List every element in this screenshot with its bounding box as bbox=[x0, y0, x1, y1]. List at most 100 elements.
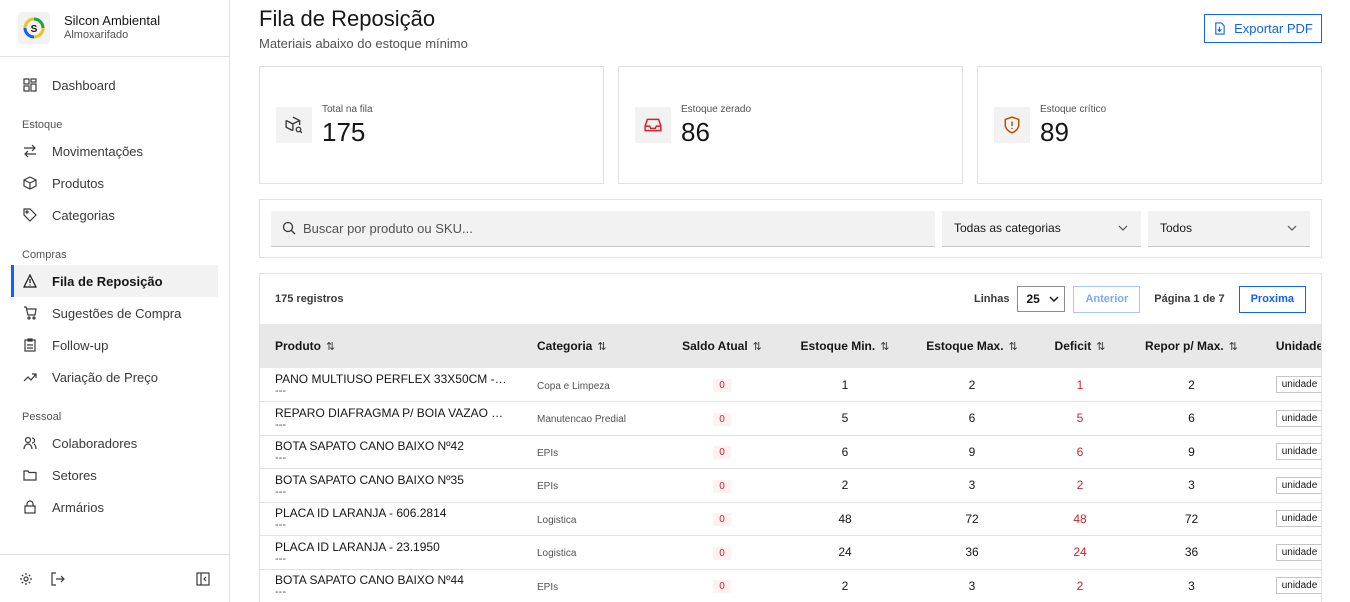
settings-icon[interactable] bbox=[18, 571, 34, 587]
brand[interactable]: S Silcon Ambiental Almoxarifado bbox=[0, 0, 229, 57]
product-sku: --- bbox=[275, 552, 286, 565]
kpi-value: 86 bbox=[681, 116, 710, 147]
column-header-saldo[interactable]: Saldo Atual ⇅ bbox=[662, 324, 782, 368]
sidebar-item-label: Fila de Reposição bbox=[52, 273, 163, 289]
column-header-estoque-min[interactable]: Estoque Min. ⇅ bbox=[782, 324, 908, 368]
rows-per-page-select[interactable]: 25 bbox=[1017, 286, 1066, 312]
table-row[interactable]: BOTA SAPATO CANO BAIXO Nº44 --- EPIs 0 2 … bbox=[260, 569, 1321, 602]
next-page-button[interactable]: Proxima bbox=[1238, 285, 1306, 313]
sidebar-item-movimentacoes[interactable]: Movimentações bbox=[11, 135, 218, 167]
sidebar-item-colaboradores[interactable]: Colaboradores bbox=[11, 427, 218, 459]
product-name: PLACA ID LARANJA - 606.2814 bbox=[275, 506, 447, 521]
table-toolbar: 175 registros Linhas 25 Anterior Página … bbox=[260, 274, 1321, 324]
lock-icon bbox=[22, 499, 38, 515]
sidebar-item-label: Sugestões de Compra bbox=[52, 305, 182, 321]
min-cell: 6 bbox=[841, 444, 849, 459]
kpi-estoque-zerado: Estoque zerado 86 bbox=[618, 66, 963, 184]
sort-icon: ⇅ bbox=[1096, 341, 1106, 353]
sidebar: S Silcon Ambiental Almoxarifado Dashboar… bbox=[0, 0, 230, 602]
column-header-deficit[interactable]: Deficit ⇅ bbox=[1036, 324, 1124, 368]
filter-bar: Todas as categorias Todos bbox=[259, 199, 1322, 258]
table-card: 175 registros Linhas 25 Anterior Página … bbox=[259, 273, 1322, 602]
package-icon bbox=[22, 175, 38, 191]
folder-icon bbox=[22, 467, 38, 483]
max-cell: 3 bbox=[968, 478, 976, 493]
export-pdf-button[interactable]: Exportar PDF bbox=[1204, 14, 1322, 43]
brand-name: Silcon Ambiental bbox=[64, 13, 161, 28]
product-name: BOTA SAPATO CANO BAIXO Nº44 bbox=[275, 573, 464, 588]
chevron-down-icon bbox=[1048, 293, 1060, 305]
saldo-badge: 0 bbox=[713, 546, 731, 560]
unit-tag: unidade bbox=[1275, 376, 1321, 393]
saldo-badge: 0 bbox=[713, 513, 731, 527]
sort-icon: ⇅ bbox=[752, 341, 762, 353]
previous-page-button[interactable]: Anterior bbox=[1073, 285, 1141, 313]
shield-alert-icon bbox=[994, 107, 1030, 143]
sidebar-item-label: Movimentações bbox=[52, 143, 144, 159]
repor-cell: 2 bbox=[1188, 377, 1195, 392]
table-row[interactable]: PANO MULTIUSO PERFLEX 33X50CM - PACOTE--… bbox=[260, 368, 1321, 402]
deficit-cell: 2 bbox=[1076, 478, 1084, 493]
min-cell: 24 bbox=[838, 545, 852, 560]
max-cell: 9 bbox=[968, 444, 976, 459]
sidebar-item-categorias[interactable]: Categorias bbox=[11, 199, 218, 231]
deficit-cell: 5 bbox=[1076, 411, 1084, 426]
tag-icon bbox=[22, 207, 38, 223]
search-box[interactable] bbox=[271, 210, 935, 247]
nav-section-pessoal: Pessoal bbox=[22, 411, 62, 423]
table-row[interactable]: BOTA SAPATO CANO BAIXO Nº35 --- EPIs 0 2 … bbox=[260, 469, 1321, 502]
kpi-label: Estoque zerado bbox=[681, 103, 752, 115]
sidebar-item-label: Follow-up bbox=[52, 337, 109, 353]
nav-section-estoque: Estoque bbox=[22, 119, 63, 131]
column-header-unidade[interactable]: Unidade bbox=[1259, 324, 1321, 368]
sidebar-item-dashboard[interactable]: Dashboard bbox=[11, 69, 218, 101]
sidebar-item-label: Setores bbox=[52, 467, 97, 483]
sidebar-item-followup[interactable]: Follow-up bbox=[11, 329, 218, 361]
sort-icon: ⇅ bbox=[326, 341, 336, 353]
search-icon bbox=[282, 221, 296, 235]
column-header-repor[interactable]: Repor p/ Max. ⇅ bbox=[1124, 324, 1259, 368]
repor-cell: 6 bbox=[1188, 411, 1195, 426]
deficit-cell: 1 bbox=[1076, 377, 1084, 392]
sidebar-item-label: Colaboradores bbox=[52, 435, 138, 451]
main-content: Fila de Reposição Materiais abaixo do es… bbox=[230, 0, 1350, 602]
sidebar-item-label: Produtos bbox=[52, 175, 105, 191]
sidebar-item-produtos[interactable]: Produtos bbox=[11, 167, 218, 199]
table-row[interactable]: PLACA ID LARANJA - 23.1950 --- Logistica … bbox=[260, 536, 1321, 569]
min-cell: 2 bbox=[841, 578, 849, 593]
product-name: BOTA SAPATO CANO BAIXO Nº35 bbox=[275, 472, 464, 487]
category-cell: Manutencao Predial bbox=[537, 414, 626, 426]
status-select[interactable]: Todos bbox=[1148, 210, 1310, 247]
collapse-sidebar-icon[interactable] bbox=[195, 571, 211, 587]
category-select[interactable]: Todas as categorias bbox=[942, 210, 1141, 247]
svg-text:S: S bbox=[31, 24, 38, 35]
min-cell: 1 bbox=[841, 377, 849, 392]
table-row[interactable]: PLACA ID LARANJA - 606.2814 --- Logistica… bbox=[260, 502, 1321, 536]
sidebar-item-fila-reposicao[interactable]: Fila de Reposição bbox=[11, 265, 218, 297]
records-count: 175 registros bbox=[275, 293, 344, 305]
sort-icon: ⇅ bbox=[597, 341, 607, 353]
max-cell: 2 bbox=[968, 377, 976, 392]
download-icon bbox=[1213, 22, 1226, 35]
sidebar-item-variacao[interactable]: Variação de Preço bbox=[11, 361, 218, 393]
category-cell: Copa e Limpeza bbox=[537, 380, 610, 392]
sidebar-item-sugestoes[interactable]: Sugestões de Compra bbox=[11, 297, 218, 329]
column-header-estoque-max[interactable]: Estoque Max. ⇅ bbox=[908, 324, 1036, 368]
column-header-produto[interactable]: Produto ⇅ bbox=[260, 324, 522, 368]
product-sku: --- bbox=[275, 519, 286, 532]
table-row[interactable]: REPARO DIAFRAGMA P/ BOIA VAZAO TOTAL --- … bbox=[260, 402, 1321, 435]
sidebar-item-armarios[interactable]: Armários bbox=[11, 491, 218, 523]
sort-icon: ⇅ bbox=[880, 341, 890, 353]
inbox-icon bbox=[635, 107, 671, 143]
product-sku: --- bbox=[275, 452, 286, 465]
table-row[interactable]: BOTA SAPATO CANO BAIXO Nº42 --- EPIs 0 6 … bbox=[260, 435, 1321, 469]
min-cell: 5 bbox=[841, 411, 849, 426]
replenishment-table: Produto ⇅ Categoria ⇅ Saldo Atual ⇅ Estoque… bbox=[260, 324, 1321, 602]
product-name: PLACA ID LARANJA - 23.1950 bbox=[275, 539, 440, 554]
sort-icon: ⇅ bbox=[1228, 341, 1238, 353]
logout-icon[interactable] bbox=[50, 571, 66, 587]
trend-up-icon bbox=[22, 369, 38, 385]
column-header-categoria[interactable]: Categoria ⇅ bbox=[522, 324, 662, 368]
sidebar-item-setores[interactable]: Setores bbox=[11, 459, 218, 491]
search-input[interactable] bbox=[303, 220, 935, 236]
